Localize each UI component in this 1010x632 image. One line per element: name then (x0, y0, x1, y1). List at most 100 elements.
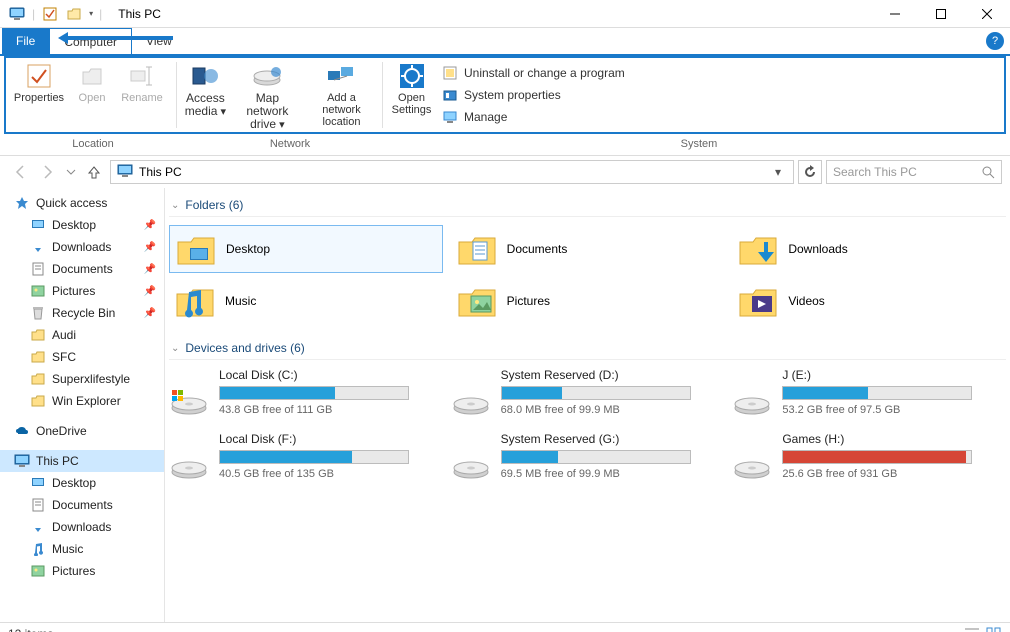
drive-usage-bar (501, 386, 691, 400)
open-icon (77, 62, 107, 90)
nav-thispc[interactable]: This PC (0, 450, 164, 472)
ribbon-body: Properties Open Rename Access media ▾ Ma… (4, 56, 1006, 134)
nav-quick-desktop[interactable]: Desktop📌 (0, 214, 164, 236)
nav-pc-pictures[interactable]: Pictures (0, 560, 164, 582)
downloads-folder-icon (738, 229, 778, 269)
documents-folder-icon (457, 229, 497, 269)
nav-pc-music[interactable]: Music (0, 538, 164, 560)
ribbon-tabs: File Computer View ? (0, 28, 1010, 56)
drive-system-reserved-g-[interactable]: System Reserved (G:) 69.5 MB free of 99.… (451, 432, 725, 486)
drive-usage-bar (782, 450, 972, 464)
properties-qat-icon[interactable] (41, 5, 59, 23)
audi-icon (30, 327, 46, 343)
map-drive-button[interactable]: Map network drive ▾ (234, 60, 301, 132)
tab-computer[interactable]: Computer (49, 28, 132, 54)
history-dropdown[interactable] (64, 160, 78, 184)
pictures-icon (30, 563, 46, 579)
uninstall-icon (442, 65, 458, 81)
drive-local-disk-f-[interactable]: Local Disk (F:) 40.5 GB free of 135 GB (169, 432, 443, 486)
address-icon (117, 164, 133, 180)
forward-button[interactable] (36, 160, 60, 184)
pin-icon: 📌 (144, 264, 156, 275)
desktop-icon (30, 475, 46, 491)
address-dropdown-icon[interactable]: ▾ (769, 165, 787, 179)
music-icon (30, 541, 46, 557)
drive-usage-bar (501, 450, 691, 464)
thispc-icon[interactable] (8, 5, 26, 23)
nav-pc-desktop[interactable]: Desktop (0, 472, 164, 494)
drive-local-disk-c-[interactable]: Local Disk (C:) 43.8 GB free of 111 GB (169, 368, 443, 422)
nav-quick-superxlifestyle[interactable]: Superxlifestyle (0, 368, 164, 390)
nav-quick-sfc[interactable]: SFC (0, 346, 164, 368)
nav-onedrive[interactable]: OneDrive (0, 420, 164, 442)
pin-icon: 📌 (144, 242, 156, 253)
folder-pictures[interactable]: Pictures (451, 277, 725, 325)
details-view-button[interactable] (964, 627, 980, 632)
maximize-button[interactable] (918, 0, 964, 28)
nav-pc-documents[interactable]: Documents (0, 494, 164, 516)
nav-quick-downloads[interactable]: Downloads📌 (0, 236, 164, 258)
folder-music[interactable]: Music (169, 277, 443, 325)
folders-header[interactable]: ⌄ Folders (6) (169, 194, 1006, 217)
nav-pc-downloads[interactable]: Downloads (0, 516, 164, 538)
documents-icon (30, 497, 46, 513)
documents-icon (30, 261, 46, 277)
nav-quick-win-explorer[interactable]: Win Explorer (0, 390, 164, 412)
nav-quick-pictures[interactable]: Pictures📌 (0, 280, 164, 302)
uninstall-button[interactable]: Uninstall or change a program (442, 62, 625, 84)
drive-j-e-[interactable]: J (E:) 53.2 GB free of 97.5 GB (732, 368, 1006, 422)
access-media-button[interactable]: Access media ▾ (183, 60, 228, 118)
search-input[interactable] (833, 165, 975, 179)
folder-desktop[interactable]: Desktop (169, 225, 443, 273)
drive-usage-bar (219, 450, 409, 464)
nav-quick-recycle-bin[interactable]: Recycle Bin📌 (0, 302, 164, 324)
nav-quick-audi[interactable]: Audi (0, 324, 164, 346)
map-drive-icon (252, 62, 282, 90)
open-settings-button[interactable]: Open Settings (389, 60, 434, 132)
search-icon[interactable] (981, 165, 995, 179)
up-button[interactable] (82, 160, 106, 184)
videos-folder-icon (738, 281, 778, 321)
refresh-button[interactable] (798, 160, 822, 184)
superxlifestyle-icon (30, 371, 46, 387)
titlebar: | ▾ | This PC (0, 0, 1010, 28)
folder-downloads[interactable]: Downloads (732, 225, 1006, 273)
rename-button: Rename (118, 60, 166, 104)
tab-view[interactable]: View (132, 28, 186, 54)
back-button[interactable] (8, 160, 32, 184)
chevron-down-icon: ⌄ (171, 200, 179, 211)
drive-usage-bar (219, 386, 409, 400)
drives-section: ⌄ Devices and drives (6) Local Disk (C:)… (169, 337, 1006, 490)
folder-documents[interactable]: Documents (451, 225, 725, 273)
close-button[interactable] (964, 0, 1010, 28)
tab-file[interactable]: File (2, 28, 49, 54)
drive-games-h-[interactable]: Games (H:) 25.6 GB free of 931 GB (732, 432, 1006, 486)
settings-icon (397, 62, 427, 90)
onedrive-icon (14, 423, 30, 439)
tiles-view-button[interactable] (986, 627, 1002, 632)
nav-quick-documents[interactable]: Documents📌 (0, 258, 164, 280)
address-bar[interactable]: This PC ▾ (110, 160, 794, 184)
search-box[interactable] (826, 160, 1002, 184)
drive-icon (451, 446, 491, 486)
sysprops-icon (442, 87, 458, 103)
drive-icon (169, 446, 209, 486)
folders-section: ⌄ Folders (6) DesktopDocumentsDownloads M… (169, 194, 1006, 329)
music-folder-icon (175, 281, 215, 321)
nav-quick-access[interactable]: Quick access (0, 192, 164, 214)
drives-header[interactable]: ⌄ Devices and drives (6) (169, 337, 1006, 360)
add-network-button[interactable]: Add a network location (307, 60, 376, 128)
nav-pane: Quick access Desktop📌Downloads📌Documents… (0, 188, 165, 622)
qat-dropdown-icon[interactable]: ▾ (89, 9, 93, 18)
help-icon[interactable]: ? (986, 32, 1004, 50)
manage-button[interactable]: Manage (442, 106, 625, 128)
drive-icon (451, 382, 491, 422)
newfolder-qat-icon[interactable] (65, 5, 83, 23)
drive-system-reserved-d-[interactable]: System Reserved (D:) 68.0 MB free of 99.… (451, 368, 725, 422)
system-properties-button[interactable]: System properties (442, 84, 625, 106)
group-network: Access media ▾ Map network drive ▾ Add a… (177, 58, 382, 132)
folder-videos[interactable]: Videos (732, 277, 1006, 325)
drive-icon (169, 382, 209, 422)
properties-button[interactable]: Properties (12, 60, 66, 104)
minimize-button[interactable] (872, 0, 918, 28)
